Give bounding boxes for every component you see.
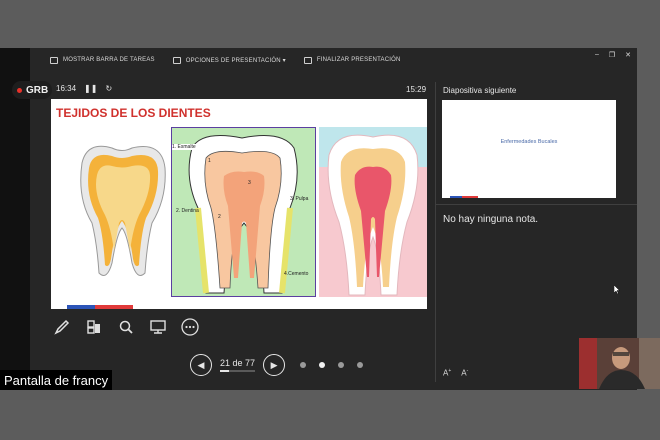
meeting-stage: MOSTRAR BARRA DE TAREAS OPCIONES DE PRES… (0, 0, 660, 440)
next-red-bar (462, 196, 478, 198)
mouse-cursor-icon (614, 285, 620, 294)
increase-font-icon[interactable]: A+ (443, 368, 451, 378)
show-taskbar-button[interactable]: MOSTRAR BARRA DE TAREAS (50, 56, 155, 64)
slide-navigation: ◀ 21 de 77 ▶ (190, 354, 286, 376)
decrease-font-icon[interactable]: A- (461, 368, 468, 378)
label-esmalte: 1. Esmalte (172, 144, 196, 150)
recording-badge: GRB (12, 81, 52, 99)
label-cemento: 4.Cemento (284, 271, 309, 277)
restart-icon[interactable]: ↻ (105, 84, 112, 93)
zoom-icon[interactable] (116, 318, 136, 336)
notes-text: No hay ninguna nota. (443, 214, 539, 225)
label-1: 1 (208, 158, 211, 164)
participant-name-tag: Pantalla de francy (0, 370, 113, 390)
prev-icon[interactable]: ◀ (190, 354, 212, 376)
slide-footer-bars (67, 305, 133, 309)
tooth-diagram-right (319, 127, 427, 297)
pause-icon[interactable]: ❚❚ (84, 84, 97, 93)
current-slide: TEJIDOS DE LOS DIENTES 1. Esmalte 2. Den… (51, 99, 427, 309)
presentation-options-label: OPCIONES DE PRESENTACIÓN ▾ (185, 57, 286, 64)
next-slide-title: Enfermedades Bucales (500, 139, 558, 145)
label-2: 2 (218, 214, 221, 220)
left-strip (0, 48, 30, 390)
options-icon (172, 56, 181, 64)
timer-row: 16:34 ❚❚ ↻ (56, 84, 112, 93)
pane-divider (435, 82, 436, 382)
label-dentina: 2. Dentina (176, 208, 199, 214)
red-bar (95, 305, 133, 309)
clock: 15:29 (406, 85, 427, 94)
notes-separator (436, 204, 637, 205)
end-presentation-button[interactable]: FINALIZAR PRESENTACIÓN (303, 56, 401, 64)
recording-label: GRB (26, 84, 49, 96)
slide-grid-icon[interactable] (84, 318, 104, 336)
page-indicator-text: 21 de 77 (220, 358, 256, 368)
label-3: 3 (248, 180, 251, 186)
elapsed-time: 16:34 (56, 84, 77, 93)
next-slide-label: Diapositiva siguiente (443, 86, 517, 95)
presentation-options-button[interactable]: OPCIONES DE PRESENTACIÓN ▾ (172, 56, 286, 64)
close-icon[interactable]: ✕ (625, 51, 631, 59)
screen-icon[interactable] (148, 318, 168, 336)
end-presentation-label: FINALIZAR PRESENTACIÓN (316, 57, 401, 63)
next-icon[interactable]: ▶ (263, 354, 286, 376)
restore-icon[interactable]: ❐ (609, 51, 615, 59)
dot-4[interactable] (357, 362, 363, 368)
control-dots (300, 362, 363, 368)
next-blue-bar (450, 196, 462, 198)
blue-bar (67, 305, 95, 309)
label-pulpa: 3. Pulpa (290, 196, 309, 202)
taskbar-icon (50, 56, 58, 64)
slide-tools (52, 318, 200, 336)
pen-icon[interactable] (52, 318, 72, 336)
dot-2[interactable] (319, 362, 325, 368)
tooth-diagram-left (80, 145, 166, 276)
window-controls: – ❐ ✕ (595, 51, 631, 59)
participant-video-thumbnail[interactable] (579, 338, 660, 389)
slide-title: TEJIDOS DE LOS DIENTES (56, 106, 211, 120)
minimize-icon[interactable]: – (595, 51, 599, 59)
more-icon[interactable] (180, 318, 200, 336)
show-taskbar-label: MOSTRAR BARRA DE TAREAS (63, 57, 155, 63)
font-size-controls: A+ A- (443, 368, 468, 378)
dot-1[interactable] (300, 362, 306, 368)
presenter-view-window: MOSTRAR BARRA DE TAREAS OPCIONES DE PRES… (30, 48, 637, 390)
tooth-diagram-middle: 1. Esmalte 2. Dentina 3. Pulpa 4.Cemento… (171, 127, 316, 297)
presenter-toolbar: MOSTRAR BARRA DE TAREAS OPCIONES DE PRES… (30, 48, 637, 72)
next-slide-thumbnail[interactable]: Enfermedades Bucales (442, 100, 616, 198)
page-indicator[interactable]: 21 de 77 (220, 358, 256, 372)
end-icon (303, 56, 312, 64)
progress-fill (220, 370, 230, 372)
next-slide-bars (450, 196, 478, 198)
dot-3[interactable] (338, 362, 344, 368)
record-dot-icon (17, 87, 22, 93)
